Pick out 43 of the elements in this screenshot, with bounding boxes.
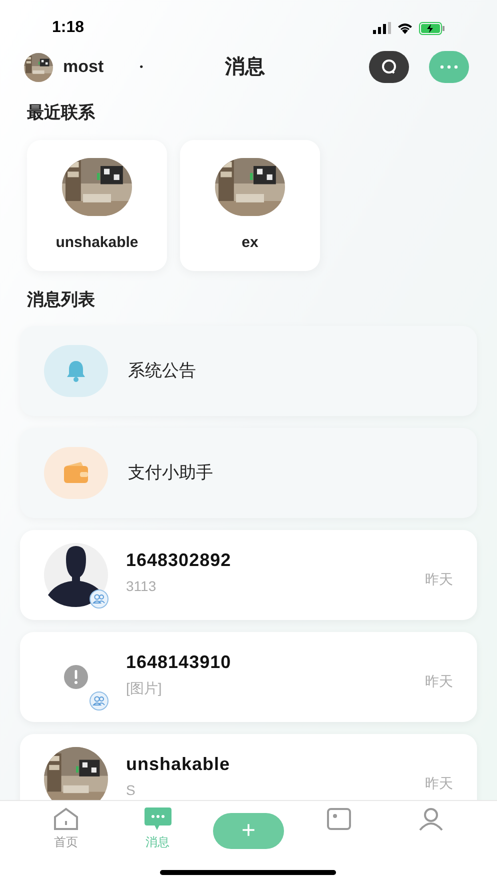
chat-name: 1648302892 bbox=[126, 549, 232, 572]
chat-bubble-icon bbox=[144, 807, 172, 831]
bell-icon bbox=[64, 359, 88, 383]
more-button[interactable] bbox=[429, 51, 469, 83]
service-title: 支付小助手 bbox=[128, 462, 213, 484]
chat-preview: S bbox=[126, 781, 136, 800]
page-title: 消息 bbox=[225, 55, 265, 80]
chat-preview: 3113 bbox=[126, 577, 158, 596]
tab-label: 首页 bbox=[54, 834, 78, 851]
search-icon bbox=[380, 58, 398, 76]
status-time: 1:18 bbox=[52, 18, 84, 38]
home-icon bbox=[52, 807, 79, 831]
chat-card[interactable]: 1648302892 3113 昨天 bbox=[20, 530, 477, 620]
contact-name: ex bbox=[242, 232, 258, 252]
person-icon bbox=[418, 807, 444, 831]
chat-preview: [图片] bbox=[126, 679, 163, 698]
wifi-icon bbox=[397, 22, 413, 34]
chat-card[interactable]: 1648143910 [图片] 昨天 bbox=[20, 632, 477, 722]
username[interactable]: most bbox=[63, 54, 104, 80]
wallet-icon bbox=[63, 462, 89, 484]
service-title: 系统公告 bbox=[128, 360, 196, 382]
contact-name: unshakable bbox=[56, 232, 138, 252]
chat-name: 1648143910 bbox=[126, 651, 232, 674]
caret-icon[interactable]: • bbox=[140, 60, 144, 74]
contact-card[interactable]: unshakable bbox=[27, 140, 167, 270]
tab-label: 消息 bbox=[146, 834, 170, 851]
service-card[interactable]: 支付小助手 bbox=[20, 428, 477, 518]
contact-card[interactable]: ex bbox=[180, 140, 320, 270]
chat-name: unshakable bbox=[126, 753, 230, 776]
service-card[interactable]: 系统公告 bbox=[20, 326, 477, 416]
error-icon bbox=[64, 665, 88, 689]
chat-time: 昨天 bbox=[425, 672, 453, 691]
section-heading: 消息列表 bbox=[26, 288, 96, 310]
section-heading: 最近联系 bbox=[26, 102, 96, 124]
avatar-silhouette-icon bbox=[44, 543, 108, 607]
chat-time: 昨天 bbox=[425, 774, 453, 793]
more-icon bbox=[440, 65, 458, 69]
search-button[interactable] bbox=[369, 51, 409, 83]
battery-icon bbox=[419, 22, 445, 34]
chat-time: 昨天 bbox=[425, 570, 453, 589]
chat-card[interactable]: unshakable S 昨天 bbox=[20, 734, 477, 800]
image-icon bbox=[326, 807, 352, 831]
signal-icon bbox=[373, 22, 391, 34]
